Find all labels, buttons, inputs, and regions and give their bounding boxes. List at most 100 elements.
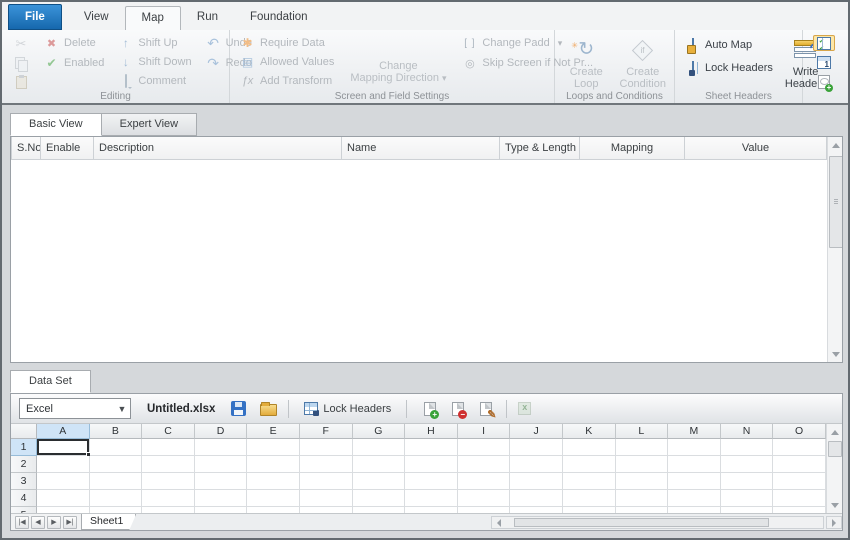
col-header-enable[interactable]: Enable bbox=[41, 137, 94, 159]
row-header-2[interactable]: 2 bbox=[11, 456, 37, 473]
cell-O4[interactable] bbox=[773, 490, 826, 507]
col-header-name[interactable]: Name bbox=[342, 137, 500, 159]
cell-O2[interactable] bbox=[773, 456, 826, 473]
prev-sheet-button[interactable]: ◀ bbox=[31, 516, 45, 529]
column-header-D[interactable]: D bbox=[195, 424, 248, 439]
copy-button[interactable] bbox=[10, 56, 32, 72]
cell-F4[interactable] bbox=[300, 490, 353, 507]
grid-one-view-button[interactable] bbox=[813, 54, 835, 70]
format-select[interactable]: Excel ▼ bbox=[19, 398, 131, 419]
cell-E3[interactable] bbox=[247, 473, 300, 490]
next-sheet-button[interactable]: ▶ bbox=[47, 516, 61, 529]
tab-basic-view[interactable]: Basic View bbox=[10, 113, 102, 136]
scroll-left-arrow-icon[interactable] bbox=[492, 517, 506, 528]
cell-D1[interactable] bbox=[195, 439, 248, 456]
enabled-button[interactable]: ✔Enabled bbox=[42, 54, 106, 72]
cell-C2[interactable] bbox=[142, 456, 195, 473]
cell-G4[interactable] bbox=[353, 490, 406, 507]
cell-F2[interactable] bbox=[300, 456, 353, 473]
cell-E4[interactable] bbox=[247, 490, 300, 507]
excel-export-button[interactable] bbox=[518, 402, 531, 415]
cell-I1[interactable] bbox=[458, 439, 511, 456]
cell-I3[interactable] bbox=[458, 473, 511, 490]
cell-O3[interactable] bbox=[773, 473, 826, 490]
sheet-corner-cell[interactable] bbox=[11, 424, 37, 439]
cell-L2[interactable] bbox=[616, 456, 669, 473]
shift-down-button[interactable]: ↓Shift Down bbox=[116, 53, 193, 70]
column-header-H[interactable]: H bbox=[405, 424, 458, 439]
tab-run[interactable]: Run bbox=[181, 6, 234, 30]
cell-J2[interactable] bbox=[510, 456, 563, 473]
cell-L1[interactable] bbox=[616, 439, 669, 456]
cell-F3[interactable] bbox=[300, 473, 353, 490]
cell-H2[interactable] bbox=[405, 456, 458, 473]
scroll-down-arrow-icon[interactable] bbox=[827, 497, 842, 513]
tab-view[interactable]: View bbox=[68, 6, 125, 30]
add-ink-button[interactable] bbox=[813, 74, 835, 90]
column-header-E[interactable]: E bbox=[247, 424, 300, 439]
tab-expert-view[interactable]: Expert View bbox=[102, 113, 198, 136]
lock-headers-ribbon-button[interactable]: Lock Headers bbox=[683, 59, 775, 77]
row-header-1[interactable]: 1 bbox=[11, 439, 37, 456]
auto-map-button[interactable]: Auto Map bbox=[683, 36, 775, 54]
scroll-down-arrow-icon[interactable] bbox=[828, 346, 843, 362]
tab-data-set[interactable]: Data Set bbox=[10, 370, 91, 393]
cell-N2[interactable] bbox=[721, 456, 774, 473]
tab-foundation[interactable]: Foundation bbox=[234, 6, 324, 30]
cell-J3[interactable] bbox=[510, 473, 563, 490]
cell-M4[interactable] bbox=[668, 490, 721, 507]
cell-I4[interactable] bbox=[458, 490, 511, 507]
cell-M2[interactable] bbox=[668, 456, 721, 473]
column-header-A[interactable]: A bbox=[37, 424, 90, 439]
col-header-description[interactable]: Description bbox=[94, 137, 342, 159]
tab-file[interactable]: File bbox=[8, 4, 62, 30]
cut-button[interactable]: ✂ bbox=[10, 35, 32, 53]
row-header-3[interactable]: 3 bbox=[11, 473, 37, 490]
save-button[interactable] bbox=[231, 401, 246, 416]
scrollbar-thumb[interactable] bbox=[828, 441, 842, 457]
cell-N3[interactable] bbox=[721, 473, 774, 490]
column-header-O[interactable]: O bbox=[773, 424, 826, 439]
scroll-right-arrow-icon[interactable] bbox=[826, 516, 842, 529]
create-loop-button[interactable]: ↻ CreateLoop bbox=[563, 34, 610, 90]
cell-G2[interactable] bbox=[353, 456, 406, 473]
cell-B3[interactable] bbox=[90, 473, 143, 490]
cell-D2[interactable] bbox=[195, 456, 248, 473]
scrollbar-thumb[interactable] bbox=[829, 156, 843, 248]
cell-A4[interactable] bbox=[37, 490, 90, 507]
cell-D4[interactable] bbox=[195, 490, 248, 507]
allowed-values-button[interactable]: ▤Allowed Values bbox=[238, 53, 336, 70]
cell-G3[interactable] bbox=[353, 473, 406, 490]
cell-E1[interactable] bbox=[247, 439, 300, 456]
cell-K1[interactable] bbox=[563, 439, 616, 456]
cell-M3[interactable] bbox=[668, 473, 721, 490]
cell-A2[interactable] bbox=[37, 456, 90, 473]
cell-K3[interactable] bbox=[563, 473, 616, 490]
cell-B2[interactable] bbox=[90, 456, 143, 473]
shift-up-button[interactable]: ↑Shift Up bbox=[116, 34, 193, 51]
sheet-tab-sheet1[interactable]: Sheet1 bbox=[81, 514, 136, 530]
paste-button[interactable] bbox=[10, 75, 32, 91]
edit-sheet-button[interactable]: ✔✎ bbox=[480, 402, 492, 416]
cell-K4[interactable] bbox=[563, 490, 616, 507]
row-header-4[interactable]: 4 bbox=[11, 490, 37, 507]
cell-F1[interactable] bbox=[300, 439, 353, 456]
cell-M1[interactable] bbox=[668, 439, 721, 456]
col-header-value[interactable]: Value bbox=[685, 137, 827, 159]
last-sheet-button[interactable]: ▶| bbox=[63, 516, 77, 529]
cell-I2[interactable] bbox=[458, 456, 511, 473]
col-header-mapping[interactable]: Mapping bbox=[580, 137, 685, 159]
open-file-button[interactable] bbox=[260, 404, 277, 416]
cell-B4[interactable] bbox=[90, 490, 143, 507]
first-sheet-button[interactable]: |◀ bbox=[15, 516, 29, 529]
scrollbar-thumb[interactable] bbox=[514, 518, 769, 527]
delete-button[interactable]: ✖Delete bbox=[42, 34, 106, 52]
cell-E2[interactable] bbox=[247, 456, 300, 473]
sheet-horizontal-scrollbar[interactable] bbox=[491, 516, 824, 529]
column-header-I[interactable]: I bbox=[458, 424, 511, 439]
col-header-type-length[interactable]: Type & Length bbox=[500, 137, 580, 159]
col-header-sno[interactable]: S.No bbox=[12, 137, 41, 159]
require-data-button[interactable]: ✱Require Data bbox=[238, 34, 336, 51]
column-header-M[interactable]: M bbox=[668, 424, 721, 439]
cell-C1[interactable] bbox=[142, 439, 195, 456]
